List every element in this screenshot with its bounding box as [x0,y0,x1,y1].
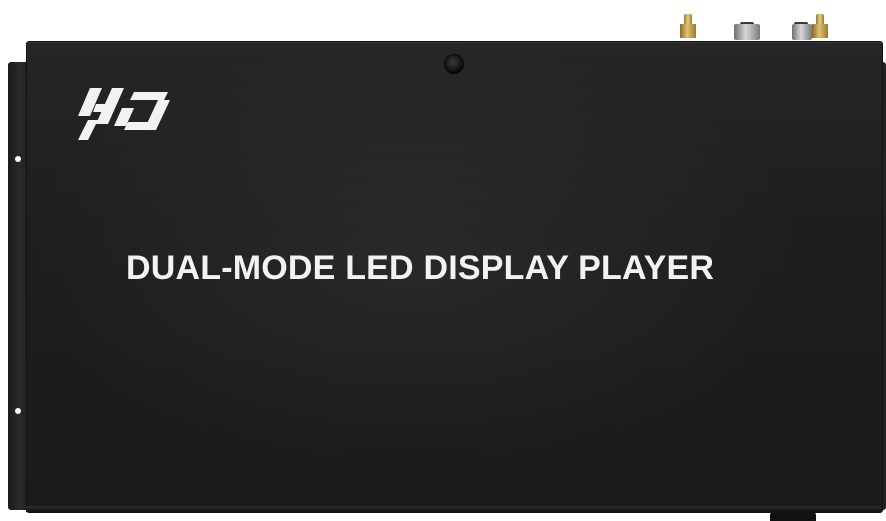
left-mounting-flange [8,62,28,510]
enclosure-bottom-edge [26,506,881,512]
mounting-hole [15,156,21,162]
antenna-connector-icon [678,12,698,42]
mounting-hole [15,408,21,414]
antenna-connector-icon [810,12,830,42]
device-photo: DUAL-MODE LED DISPLAY PLAYER [0,0,886,521]
cable-stub [770,512,816,521]
product-title: DUAL-MODE LED DISPLAY PLAYER [126,249,715,287]
ir-sensor-window [444,54,464,74]
bnc-connector-icon [730,22,764,42]
brand-logo-icon [78,88,170,140]
